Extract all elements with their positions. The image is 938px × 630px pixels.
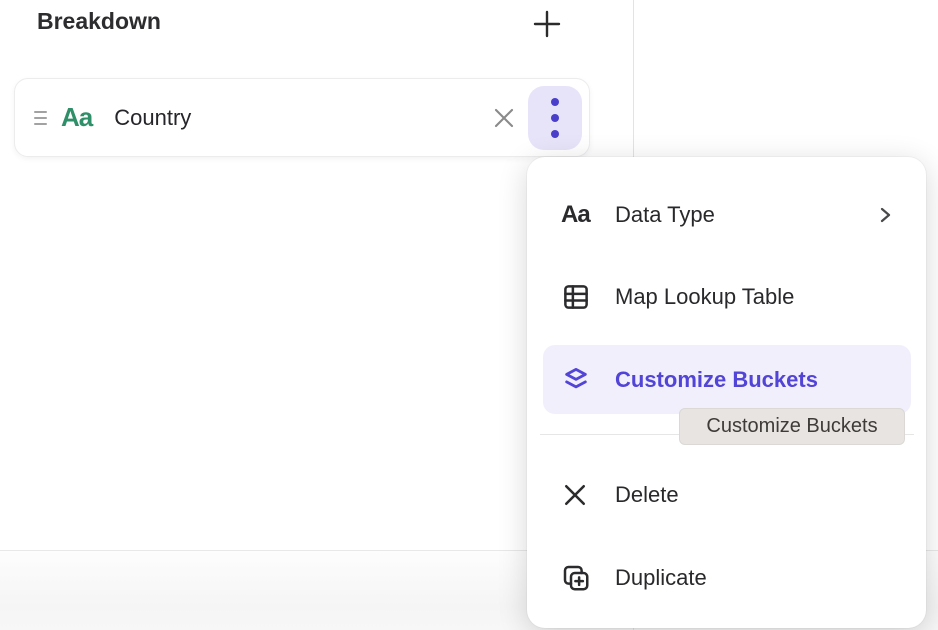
breakdown-field-card[interactable]: Aa Country bbox=[14, 78, 590, 157]
drag-handle-icon[interactable] bbox=[34, 111, 47, 125]
remove-field-button[interactable] bbox=[486, 100, 522, 136]
layers-icon bbox=[561, 365, 615, 395]
menu-item-duplicate[interactable]: Duplicate bbox=[527, 543, 926, 613]
tooltip-text: Customize Buckets bbox=[706, 415, 877, 438]
breakdown-panel: Breakdown Aa Country Aa Data Type bbox=[0, 0, 938, 630]
customize-buckets-tooltip: Customize Buckets bbox=[679, 408, 905, 445]
menu-item-delete[interactable]: Delete bbox=[527, 460, 926, 530]
menu-item-customize-buckets[interactable]: Customize Buckets bbox=[543, 345, 911, 414]
menu-item-label: Data Type bbox=[615, 202, 715, 228]
plus-icon bbox=[532, 9, 562, 39]
menu-item-label: Duplicate bbox=[615, 565, 707, 591]
close-icon bbox=[492, 106, 516, 130]
chevron-right-icon bbox=[876, 206, 894, 224]
page-title: Breakdown bbox=[37, 8, 161, 35]
menu-item-label: Delete bbox=[615, 482, 679, 508]
data-type-icon: Aa bbox=[561, 201, 590, 229]
add-breakdown-button[interactable] bbox=[529, 6, 565, 42]
data-type-badge: Aa bbox=[61, 102, 92, 133]
x-icon bbox=[561, 481, 615, 509]
menu-item-data-type[interactable]: Aa Data Type bbox=[527, 180, 926, 250]
table-icon bbox=[561, 282, 615, 312]
menu-item-map-lookup-table[interactable]: Map Lookup Table bbox=[527, 262, 926, 332]
menu-item-label: Map Lookup Table bbox=[615, 284, 794, 310]
copy-plus-icon bbox=[561, 563, 615, 593]
field-options-context-menu: Aa Data Type Map Lookup Table bbox=[527, 157, 926, 628]
field-options-kebab-button[interactable] bbox=[528, 86, 582, 150]
field-name-label: Country bbox=[114, 105, 486, 131]
kebab-icon bbox=[551, 98, 559, 138]
menu-item-label: Customize Buckets bbox=[615, 367, 818, 393]
